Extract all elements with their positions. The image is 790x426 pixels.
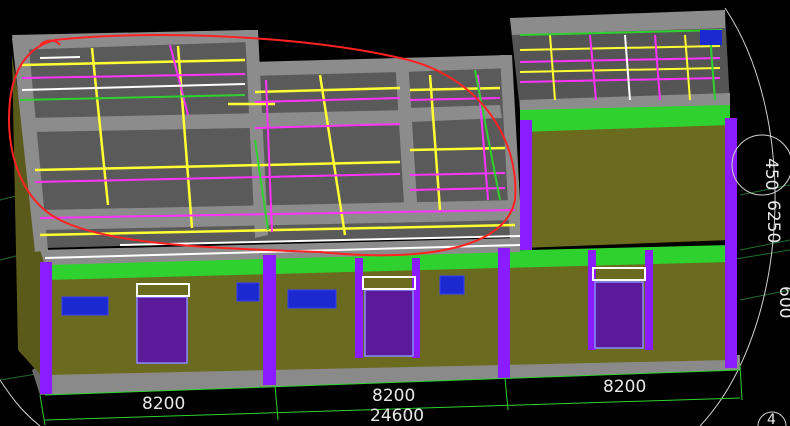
upper-block-wall [522,122,730,248]
dim-right-6250: 6250 [763,200,783,243]
door-1 [136,296,188,364]
orbit-arc-left [0,379,41,426]
dim-right-partial: 600 [775,286,790,318]
window-2 [236,282,260,302]
door-2 [364,289,414,357]
dim-total: 24600 [370,406,424,426]
window-3 [287,289,337,309]
dim-bay-3: 8200 [603,377,646,397]
corner-label: 4 [767,412,776,426]
window-1 [61,296,109,316]
dim-bay-2: 8200 [372,386,415,406]
model-3d-view[interactable]: 8200 8200 8200 24600 450 6250 600 4 [0,0,790,426]
dim-right-450: 450 [761,158,781,190]
dim-bay-1: 8200 [142,394,185,414]
building-model[interactable] [12,10,740,395]
door-3 [594,281,644,349]
window-4 [439,275,465,295]
model-viewport[interactable]: 8200 8200 8200 24600 450 6250 600 4 [0,0,790,426]
